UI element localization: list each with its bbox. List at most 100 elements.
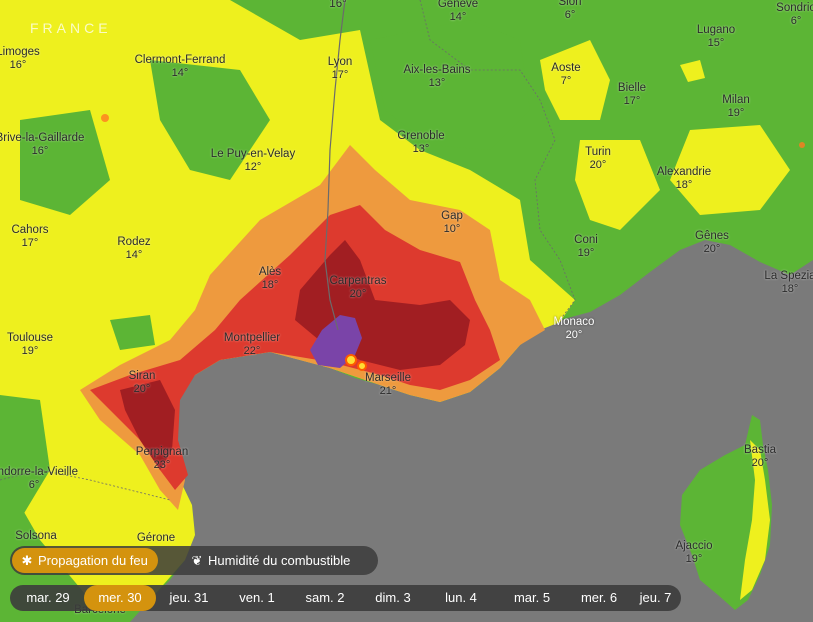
city-temperature: 23° [153, 459, 171, 471]
city-name: 16° [329, 0, 347, 10]
city-label: Grenoble 13° [397, 130, 444, 156]
day-tab[interactable]: mar. 5 [498, 585, 566, 611]
city-temperature: 18° [781, 283, 799, 295]
city-name: Ajaccio [675, 540, 713, 552]
city-label: Brive-la-Gaillarde 16° [0, 132, 84, 158]
city-temperature: 21° [379, 385, 397, 397]
fire-hotspot [799, 142, 805, 148]
city-label: Gérone [137, 532, 175, 545]
city-label: Turin 20° [585, 146, 611, 172]
city-name: Sondrio [776, 2, 813, 14]
leaf-icon: ❦ [191, 553, 203, 568]
city-label: Andorre-la-Vieille6° [0, 466, 78, 492]
city-name: Rodez [117, 236, 151, 248]
day-tab[interactable]: dim. 3 [360, 585, 426, 611]
day-tab[interactable]: mer. 30 [84, 585, 156, 611]
city-temperature: 20° [565, 329, 583, 341]
city-temperature: 6° [28, 479, 40, 491]
city-label: Aoste 7° [551, 62, 580, 88]
city-name: Gérone [136, 532, 176, 544]
city-name: Gap [441, 210, 463, 222]
city-name: Cahors [11, 224, 49, 236]
day-tab[interactable]: mar. 29 [12, 585, 84, 611]
city-temperature: 20° [589, 159, 607, 171]
city-label: Alès 18° [259, 266, 281, 292]
city-label: Aix-les-Bains 13° [403, 64, 470, 90]
city-temperature: 20° [751, 457, 769, 469]
city-temperature: 6° [564, 9, 576, 21]
day-tab[interactable]: jeu. 31 [156, 585, 222, 611]
city-temperature: 22° [243, 345, 261, 357]
city-label: Alexandrie 18° [657, 166, 711, 192]
city-name: Gênes [695, 230, 729, 242]
city-label: Monaco 20° [554, 316, 595, 342]
city-label: 16° [329, 0, 346, 11]
city-name: Siran [128, 370, 156, 382]
city-label: Limoges 16° [0, 46, 40, 72]
city-name: Monaco [553, 316, 595, 328]
city-label: Sion 6° [558, 0, 581, 22]
city-temperature: 19° [21, 345, 39, 357]
city-name: Genève [437, 0, 479, 10]
city-name: Limoges [0, 46, 40, 58]
city-temperature: 20° [349, 288, 367, 300]
city-temperature: 20° [703, 243, 721, 255]
day-tab[interactable]: jeu. 7 [632, 585, 679, 611]
city-name: Toulouse [6, 332, 54, 344]
city-label: Sondrio 6° [776, 2, 813, 28]
city-temperature: 7° [560, 75, 572, 87]
city-temperature: 10° [443, 223, 461, 235]
flame-icon: ✱ [21, 553, 33, 568]
city-label: Coni 19° [574, 234, 598, 260]
city-label: Clermont-Ferrand 14° [135, 54, 226, 80]
city-temperature: 17° [623, 95, 641, 107]
city-name: Andorre-la-Vieille [0, 466, 78, 478]
city-label: Le Puy-en-Velay 12° [211, 148, 295, 174]
city-name: La Spezia [764, 270, 813, 282]
fire-hotspot [345, 354, 357, 366]
city-label: Perpignan 23° [136, 446, 188, 472]
city-label: Cahors 17° [11, 224, 48, 250]
city-name: Aix-les-Bains [403, 64, 471, 76]
city-name: Lugano [696, 24, 736, 36]
city-label: Lugano 15° [697, 24, 735, 50]
day-tab[interactable]: lun. 4 [428, 585, 494, 611]
city-label: Rodez 14° [117, 236, 150, 262]
city-name: Perpignan [135, 446, 189, 458]
city-temperature: 13° [412, 143, 430, 155]
city-temperature: 12° [244, 161, 262, 173]
city-name: Le Puy-en-Velay [210, 148, 296, 160]
city-temperature: 13° [428, 77, 446, 89]
city-name: Brive-la-Gaillarde [0, 132, 85, 144]
city-name: Lyon [327, 56, 353, 68]
city-label: Montpellier 22° [224, 332, 280, 358]
fire-hotspot [357, 361, 367, 371]
city-label: Bastia 20° [744, 444, 776, 470]
city-label: Gap 10° [441, 210, 463, 236]
day-tab[interactable]: sam. 2 [292, 585, 358, 611]
fuel-moisture-toggle[interactable]: ❦ Humidité du combustible [182, 548, 360, 573]
city-temperature: 16° [9, 59, 27, 71]
city-name: Sion [558, 0, 582, 8]
city-label: Genève 14° [438, 0, 478, 24]
city-name: Montpellier [223, 332, 281, 344]
city-label: Gênes 20° [695, 230, 729, 256]
city-name: Carpentras [329, 275, 387, 287]
day-tab[interactable]: mer. 6 [568, 585, 630, 611]
day-tab[interactable]: ven. 1 [224, 585, 290, 611]
city-label: La Spezia 18° [764, 270, 813, 296]
city-name: Bastia [744, 444, 776, 456]
fire-risk-map[interactable] [0, 0, 813, 622]
city-temperature: 17° [21, 237, 39, 249]
city-temperature: 20° [133, 383, 151, 395]
city-name: Milan [722, 94, 750, 106]
city-temperature: 14° [449, 11, 467, 23]
layer-toggle-bar: ✱ Propagation du feu ❦ Humidité du combust… [10, 546, 378, 575]
city-name: Marseille [364, 372, 412, 384]
fire-spread-toggle[interactable]: ✱ Propagation du feu [12, 548, 158, 573]
city-name: Solsona [15, 530, 57, 542]
city-name: Grenoble [397, 130, 445, 142]
city-name: Alès [258, 266, 282, 278]
city-label: Ajaccio 19° [675, 540, 712, 566]
city-name: Bielle [617, 82, 647, 94]
